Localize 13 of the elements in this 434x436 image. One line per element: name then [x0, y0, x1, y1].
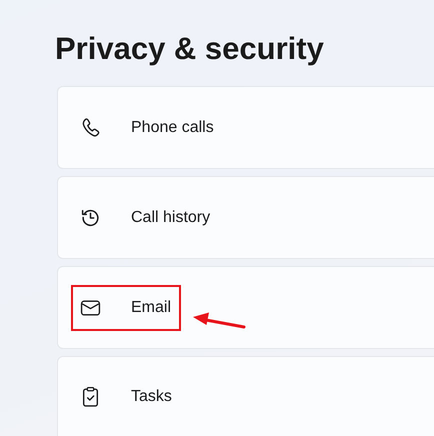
arrow [192, 311, 246, 331]
item-label: Phone calls [131, 118, 214, 136]
settings-item[interactable]: Phone calls [57, 86, 434, 169]
clipboard-icon [80, 386, 101, 407]
settings-item[interactable]: Email [57, 266, 434, 349]
settings-item[interactable]: Call history [57, 176, 434, 259]
page-title: Privacy & security [55, 30, 325, 68]
item-label: Tasks [131, 388, 172, 406]
phone-icon [80, 117, 101, 138]
item-label: Call history [131, 208, 210, 226]
settings-item[interactable]: Tasks [57, 356, 434, 436]
history-icon [80, 207, 101, 228]
item-label: Email [131, 298, 172, 316]
